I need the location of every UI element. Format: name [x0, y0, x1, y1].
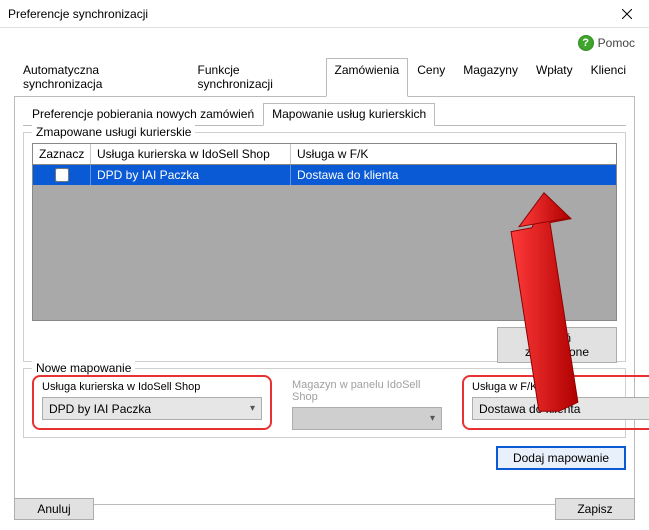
tab-warehouses[interactable]: Magazyny	[454, 58, 527, 97]
mapped-services-group: Zmapowane usługi kurierskie Zaznacz Usłu…	[23, 132, 626, 362]
add-mapping-button[interactable]: Dodaj mapowanie	[496, 446, 626, 470]
col-header-check[interactable]: Zaznacz	[33, 144, 91, 164]
help-icon[interactable]: ?	[578, 35, 594, 51]
fk-service-select[interactable]: Dostawa do klienta ▾	[472, 397, 649, 420]
subtab-courier-mapping[interactable]: Mapowanie usług kurierskich	[263, 103, 435, 126]
mapping-table: Zaznacz Usługa kurierska w IdoSell Shop …	[32, 143, 617, 321]
main-tabs: Automatyczna synchronizacja Funkcje sync…	[14, 58, 635, 97]
new-mapping-group: Nowe mapowanie Usługa kurierska w IdoSel…	[23, 368, 626, 438]
close-icon	[622, 9, 632, 19]
subtab-new-orders-prefs[interactable]: Preferencje pobierania nowych zamówień	[23, 103, 263, 126]
row-fk-cell: Dostawa do klienta	[291, 165, 616, 185]
tab-orders[interactable]: Zamówienia	[326, 58, 409, 97]
mapped-services-legend: Zmapowane usługi kurierskie	[32, 125, 195, 139]
fk-service-value: Dostawa do klienta	[479, 402, 580, 416]
help-link[interactable]: Pomoc	[598, 36, 635, 50]
save-button[interactable]: Zapisz	[555, 498, 635, 520]
tab-sync-functions[interactable]: Funkcje synchronizacji	[189, 58, 326, 97]
sub-tabs: Preferencje pobierania nowych zamówień M…	[23, 103, 626, 126]
col-header-service[interactable]: Usługa kurierska w IdoSell Shop	[91, 144, 291, 164]
tab-payments[interactable]: Wpłaty	[527, 58, 582, 97]
tab-clients[interactable]: Klienci	[582, 58, 635, 97]
tab-prices[interactable]: Ceny	[408, 58, 454, 97]
new-mapping-legend: Nowe mapowanie	[32, 361, 135, 375]
col-header-fk[interactable]: Usługa w F/K	[291, 144, 616, 164]
courier-service-select[interactable]: DPD by IAI Paczka ▾	[42, 397, 262, 420]
chevron-down-icon: ▾	[430, 413, 435, 424]
tab-auto-sync[interactable]: Automatyczna synchronizacja	[14, 58, 189, 97]
warehouse-label: Magazyn w panelu IdoSell Shop	[292, 379, 442, 403]
close-button[interactable]	[605, 0, 649, 27]
chevron-down-icon: ▾	[250, 403, 255, 414]
warehouse-select: ▾	[292, 407, 442, 430]
cancel-button[interactable]: Anuluj	[14, 498, 94, 520]
window-title: Preferencje synchronizacji	[0, 7, 605, 21]
row-service-cell: DPD by IAI Paczka	[91, 165, 291, 185]
table-row[interactable]: DPD by IAI Paczka Dostawa do klienta	[33, 165, 616, 185]
row-checkbox[interactable]	[55, 168, 69, 182]
courier-service-value: DPD by IAI Paczka	[49, 402, 151, 416]
delete-selected-button[interactable]: Usuń zaznaczone	[497, 327, 617, 363]
courier-service-label: Usługa kurierska w IdoSell Shop	[42, 381, 262, 393]
fk-service-label: Usługa w F/K	[472, 381, 649, 393]
